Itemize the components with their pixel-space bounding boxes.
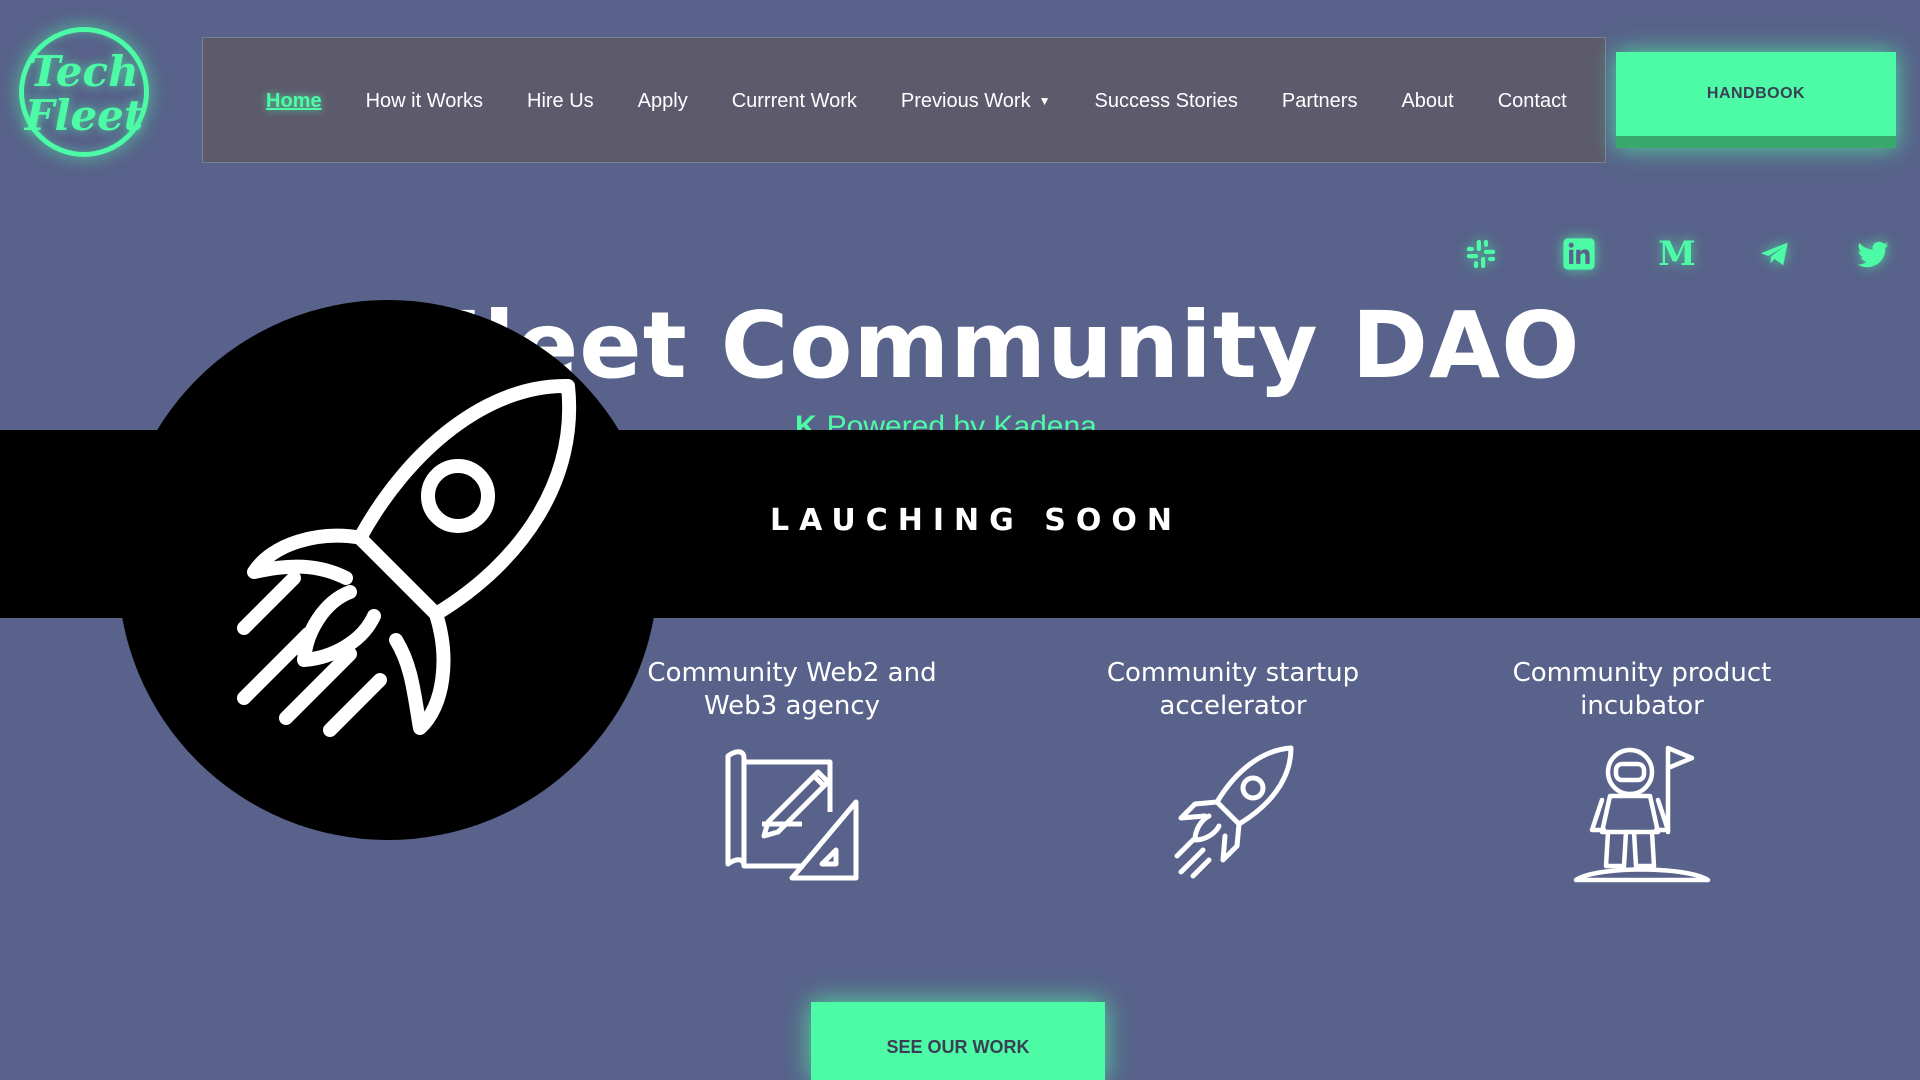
feature-accelerator: Community startup accelerator	[1053, 657, 1413, 723]
rocket-icon	[237, 378, 577, 737]
feature-incubator-line-1: Community product	[1512, 658, 1772, 688]
linkedin-icon[interactable]	[1560, 234, 1598, 274]
feature-incubator: Community product incubator	[1462, 657, 1822, 723]
feature-incubator-line-2: incubator	[1580, 691, 1704, 721]
banner-text: LAUCHING SOON	[770, 503, 1182, 538]
logo-line-2: Fleet	[24, 91, 144, 140]
feature-agency-line-2: Web3 agency	[703, 691, 881, 721]
nav-item-about[interactable]: About	[1401, 90, 1453, 113]
rocket-overlay-badge	[118, 300, 658, 840]
telegram-icon[interactable]	[1756, 234, 1794, 274]
nav-list: Home How it Works Hire Us Apply Currrent…	[266, 38, 1611, 164]
slack-icon[interactable]	[1462, 234, 1500, 274]
nav-item-success-stories[interactable]: Success Stories	[1094, 90, 1237, 113]
nav-item-current-work[interactable]: Currrent Work	[732, 90, 857, 113]
tech-fleet-logo[interactable]: Tech Fleet	[19, 27, 149, 157]
nav-item-previous-work[interactable]: Previous Work ▼	[901, 90, 1051, 113]
nav-item-contact[interactable]: Contact	[1498, 90, 1567, 113]
social-links: M	[1462, 234, 1892, 274]
logo-line-1: Tech	[29, 47, 139, 96]
main-navbar: Home How it Works Hire Us Apply Currrent…	[202, 37, 1606, 163]
logo-text: Tech Fleet	[24, 50, 144, 138]
feature-agency-line-1: Community Web2 and	[647, 658, 937, 688]
nav-item-how-it-works[interactable]: How it Works	[366, 90, 483, 113]
blueprint-icon	[722, 744, 862, 884]
feature-accelerator-line-2: accelerator	[1159, 691, 1307, 721]
twitter-icon[interactable]	[1854, 234, 1892, 274]
astronaut-icon	[1572, 744, 1712, 884]
feature-accelerator-line-1: Community startup	[1106, 658, 1360, 688]
feature-agency: Community Web2 and Web3 agency	[612, 657, 972, 723]
handbook-button[interactable]: HANDBOOK	[1616, 52, 1896, 148]
caret-down-icon: ▼	[1038, 94, 1051, 109]
nav-item-previous-work-label: Previous Work	[900, 89, 1031, 112]
nav-item-hire-us[interactable]: Hire Us	[527, 90, 594, 113]
nav-item-apply[interactable]: Apply	[638, 90, 688, 113]
rocket-icon	[1163, 744, 1303, 884]
nav-item-partners[interactable]: Partners	[1282, 90, 1358, 113]
see-our-work-button[interactable]: SEE OUR WORK	[811, 1002, 1105, 1080]
nav-item-home[interactable]: Home	[266, 90, 322, 113]
medium-icon[interactable]: M	[1658, 234, 1696, 274]
